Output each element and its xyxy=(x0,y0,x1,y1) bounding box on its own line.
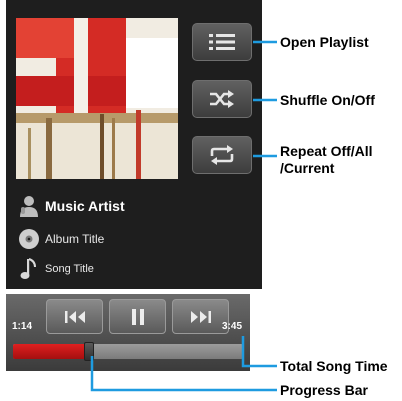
callout-shuffle: Shuffle On/Off xyxy=(280,92,375,108)
callout-lines xyxy=(90,40,277,392)
callout-progress-bar: Progress Bar xyxy=(280,382,368,398)
callout-repeat: Repeat Off/All /Current xyxy=(280,143,373,177)
callout-total-time: Total Song Time xyxy=(280,358,388,374)
callout-open-playlist: Open Playlist xyxy=(280,34,369,50)
callout-repeat-line1: Repeat Off/All xyxy=(280,143,373,159)
callout-repeat-line2: /Current xyxy=(280,160,335,176)
